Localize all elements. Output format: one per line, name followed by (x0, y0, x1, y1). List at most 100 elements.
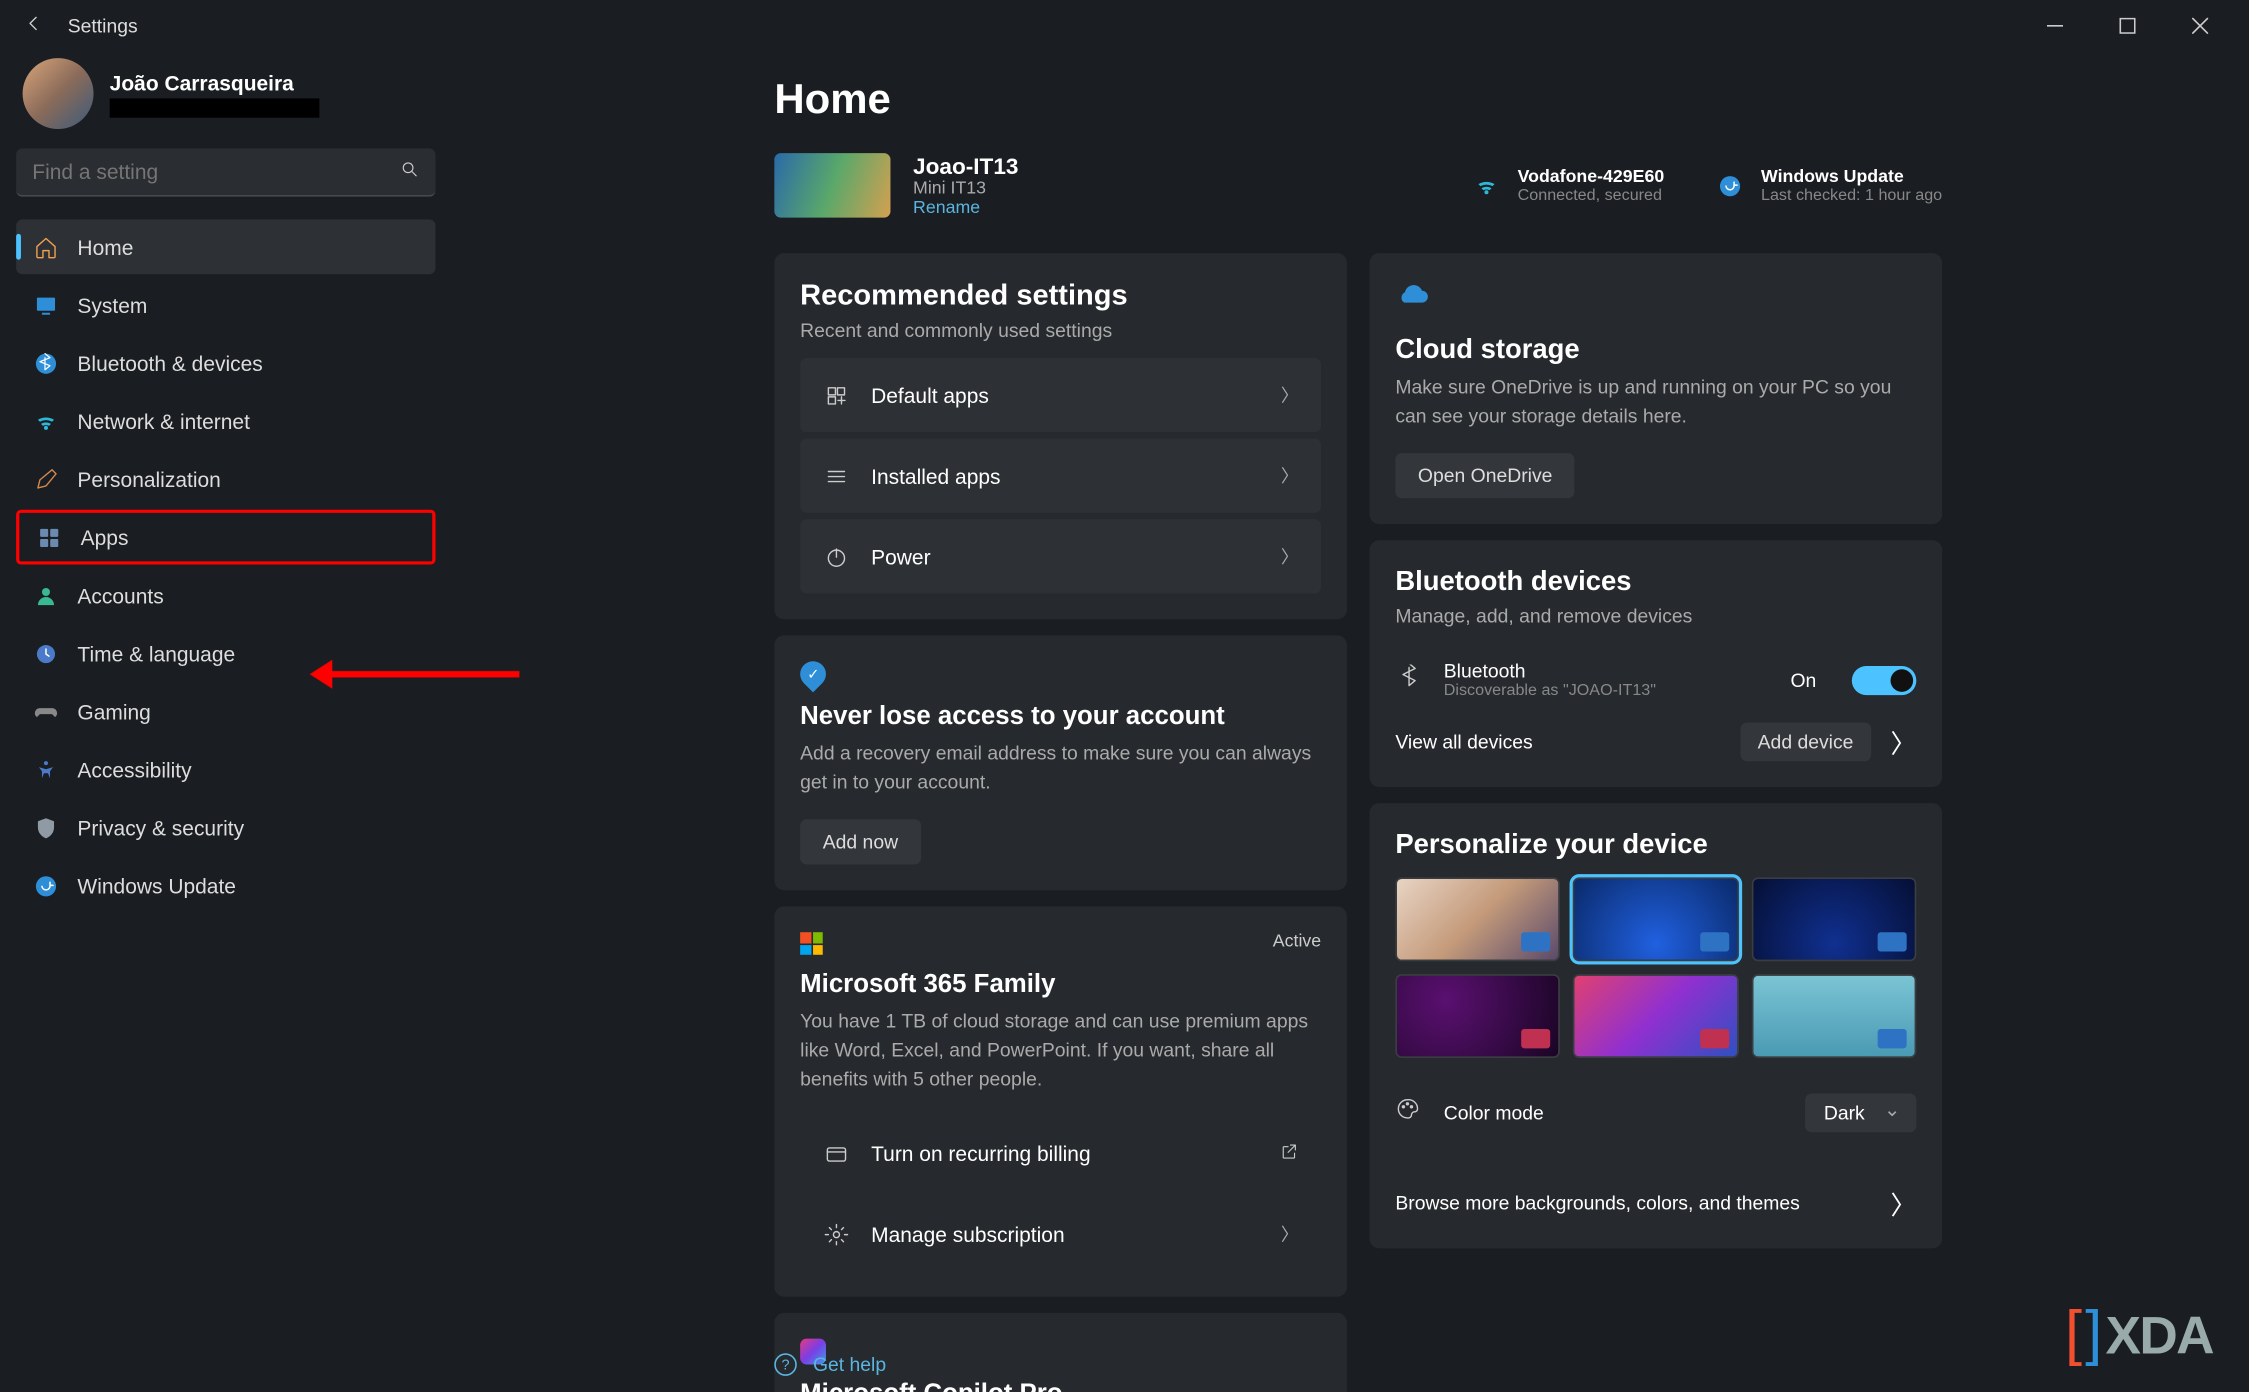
bluetooth-toggle[interactable] (1852, 665, 1917, 694)
default-apps-icon (823, 383, 849, 407)
profile-name: João Carrasqueira (110, 70, 320, 94)
chevron-right-icon: 〉 (1281, 463, 1299, 489)
nav-apps[interactable]: Apps (16, 510, 435, 565)
minimize-button[interactable] (2018, 2, 2091, 50)
row-label: Turn on recurring billing (871, 1141, 1257, 1165)
add-device-button[interactable]: Add device (1740, 723, 1871, 762)
privacy-icon (32, 815, 58, 841)
profile-block[interactable]: João Carrasqueira (16, 52, 435, 142)
nav-system[interactable]: System (16, 277, 435, 332)
bluetooth-icon (1395, 664, 1421, 696)
nav-network[interactable]: Network & internet (16, 394, 435, 449)
nav-label: Gaming (77, 699, 150, 723)
nav-label: Network & internet (77, 409, 249, 433)
open-onedrive-button[interactable]: Open OneDrive (1395, 453, 1575, 498)
theme-option-2[interactable] (1573, 877, 1738, 961)
nav-accounts[interactable]: Accounts (16, 568, 435, 623)
card-title: Microsoft Copilot Pro (800, 1381, 1321, 1392)
power-icon (823, 544, 849, 568)
bt-label: Bluetooth (1444, 660, 1768, 683)
billing-row[interactable]: Turn on recurring billing (800, 1116, 1321, 1190)
m365-card: Active Microsoft 365 Family You have 1 T… (774, 907, 1347, 1297)
sidebar: João Carrasqueira Home System Bluetooth … (0, 52, 452, 917)
card-desc: Make sure OneDrive is up and running on … (1395, 373, 1916, 431)
browse-more-row[interactable]: Browse more backgrounds, colors, and the… (1395, 1161, 1916, 1222)
color-mode-select[interactable]: Dark (1804, 1094, 1916, 1133)
device-header: Joao-IT13 Mini IT13 Rename Vodafone-429E… (774, 153, 1942, 218)
installed-apps-row[interactable]: Installed apps 〉 (800, 439, 1321, 513)
nav-label: Privacy & security (77, 815, 244, 839)
gear-icon (823, 1222, 849, 1246)
nav-label: Home (77, 235, 133, 259)
card-subtitle: Manage, add, and remove devices (1395, 605, 1916, 628)
nav-label: Apps (81, 525, 129, 549)
view-all-link[interactable]: View all devices (1395, 731, 1532, 754)
back-button[interactable] (13, 11, 52, 40)
nav-accessibility[interactable]: Accessibility (16, 742, 435, 797)
nav-label: Time & language (77, 641, 235, 665)
card-subtitle: Recent and commonly used settings (800, 319, 1321, 342)
update-status[interactable]: Windows Update Last checked: 1 hour ago (1716, 167, 1942, 204)
avatar (23, 58, 94, 129)
card-desc: You have 1 TB of cloud storage and can u… (800, 1007, 1321, 1094)
card-title: Microsoft 365 Family (800, 971, 1321, 1000)
nav-label: Windows Update (77, 873, 236, 897)
nav-personalization[interactable]: Personalization (16, 452, 435, 507)
card-desc: Add a recovery email address to make sur… (800, 739, 1321, 797)
row-label: Default apps (871, 383, 1258, 407)
titlebar: Settings (0, 0, 2249, 52)
device-name: Joao-IT13 (913, 153, 1018, 179)
system-icon (32, 292, 58, 318)
personalization-icon (32, 466, 58, 492)
accounts-icon (32, 582, 58, 608)
wifi-sub: Connected, secured (1518, 186, 1665, 204)
page-title: Home (774, 74, 1942, 124)
wifi-status[interactable]: Vodafone-429E60 Connected, secured (1472, 167, 1664, 204)
close-button[interactable] (2163, 2, 2236, 50)
installed-apps-icon (823, 464, 849, 488)
account-recovery-card: Never lose access to your account Add a … (774, 636, 1347, 891)
nav-privacy[interactable]: Privacy & security (16, 800, 435, 855)
help-icon: ? (774, 1353, 797, 1376)
manage-subscription-row[interactable]: Manage subscription 〉 (800, 1197, 1321, 1271)
maximize-button[interactable] (2090, 2, 2163, 50)
rename-link[interactable]: Rename (913, 198, 1018, 217)
search-input[interactable] (32, 160, 400, 184)
get-help-link[interactable]: ? Get help (774, 1353, 886, 1376)
bt-sub: Discoverable as "JOAO-IT13" (1444, 682, 1768, 700)
nav-bluetooth[interactable]: Bluetooth & devices (16, 336, 435, 391)
nav-home[interactable]: Home (16, 219, 435, 274)
chevron-right-icon: 〉 (1281, 382, 1299, 408)
device-thumbnail[interactable] (774, 153, 890, 218)
add-now-button[interactable]: Add now (800, 819, 920, 864)
chevron-right-icon: 〉 (1281, 1221, 1299, 1247)
network-icon (32, 408, 58, 434)
theme-option-4[interactable] (1395, 974, 1560, 1058)
default-apps-row[interactable]: Default apps 〉 (800, 358, 1321, 432)
nav-label: Accounts (77, 583, 163, 607)
nav-label: System (77, 293, 147, 317)
card-title: Cloud storage (1395, 334, 1916, 366)
chevron-right-icon[interactable]: 〉 (1890, 723, 1916, 762)
update-icon (1716, 171, 1745, 200)
nav-gaming[interactable]: Gaming (16, 684, 435, 739)
nav-update[interactable]: Windows Update (16, 858, 435, 913)
theme-option-6[interactable] (1751, 974, 1916, 1058)
search-box[interactable] (16, 148, 435, 196)
home-icon (32, 234, 58, 260)
recommended-settings-card: Recommended settings Recent and commonly… (774, 253, 1347, 619)
main-content: Home Joao-IT13 Mini IT13 Rename Vodafone… (484, 52, 2249, 1392)
theme-option-3[interactable] (1751, 877, 1916, 961)
apps-icon (35, 524, 61, 550)
color-mode-label: Color mode (1444, 1102, 1805, 1125)
theme-option-1[interactable] (1395, 877, 1560, 961)
nav-label: Personalization (77, 467, 220, 491)
profile-email-redacted (110, 98, 320, 117)
power-row[interactable]: Power 〉 (800, 519, 1321, 593)
theme-option-5[interactable] (1573, 974, 1738, 1058)
help-label: Get help (813, 1353, 886, 1376)
row-label: Installed apps (871, 464, 1258, 488)
gaming-icon (32, 698, 58, 724)
nav-time[interactable]: Time & language (16, 626, 435, 681)
xda-watermark: []XDA (2065, 1300, 2213, 1369)
